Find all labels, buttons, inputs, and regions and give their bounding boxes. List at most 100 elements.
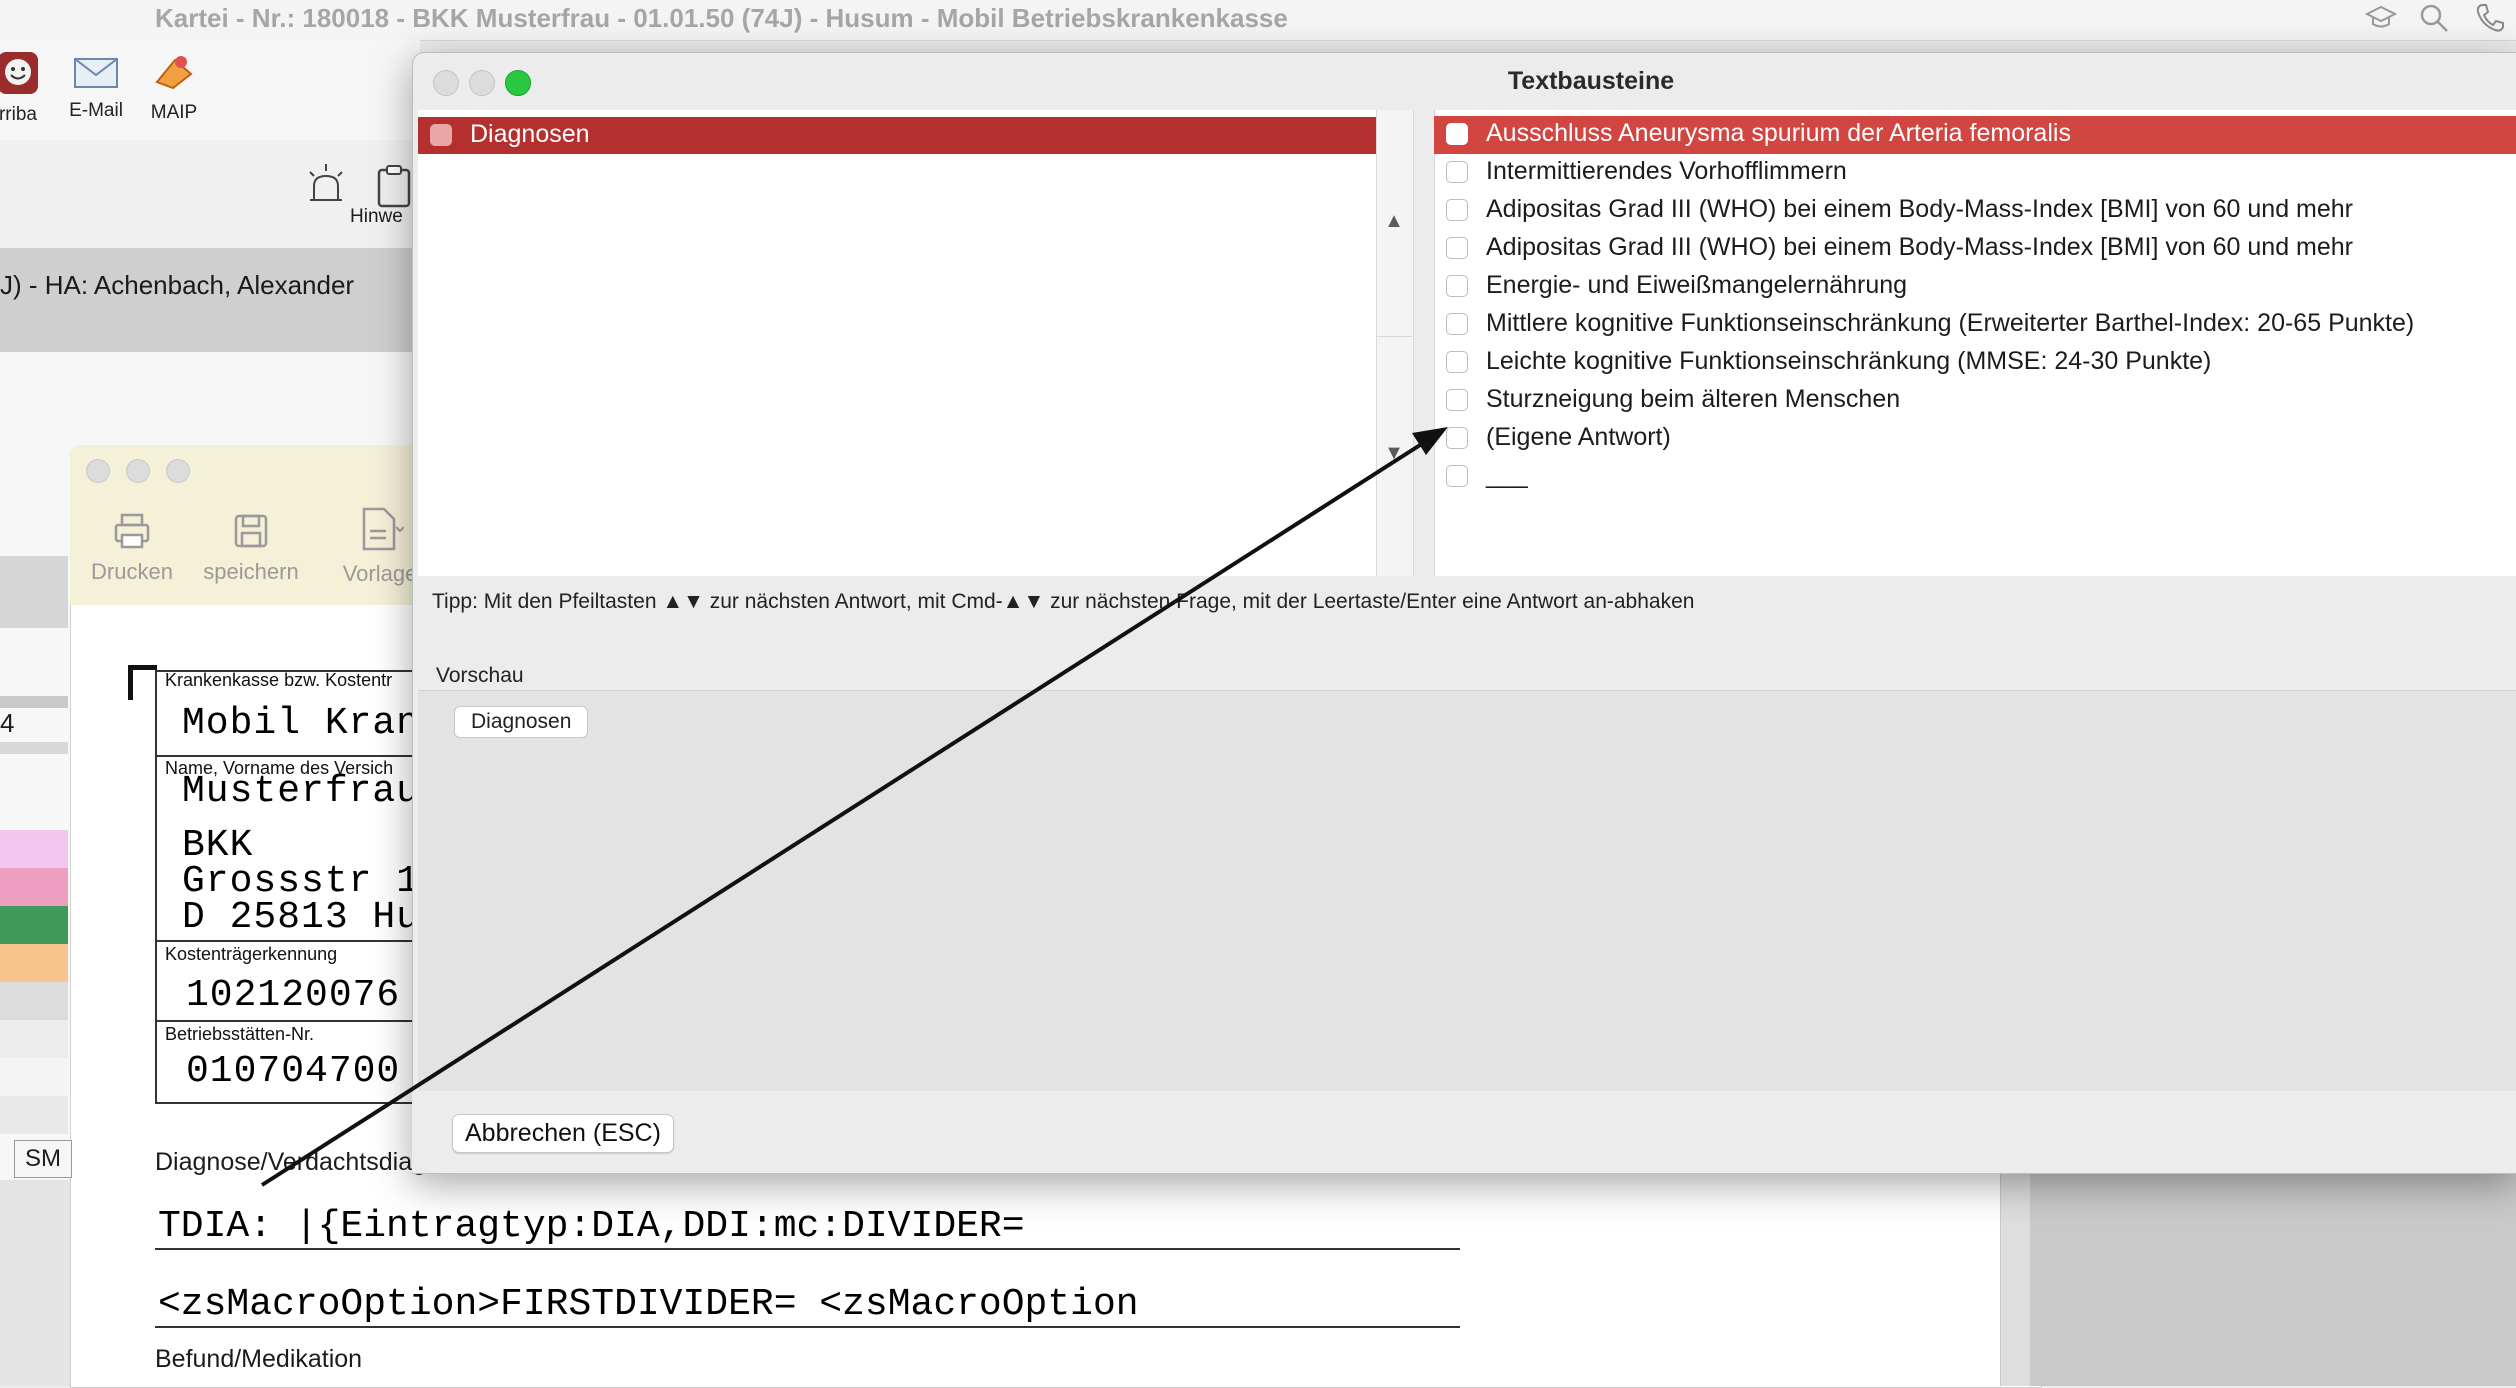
tip-text: Tipp: Mit den Pfeiltasten ▲▼ zur nächste… xyxy=(432,590,1695,613)
list-row-rose[interactable] xyxy=(0,868,68,906)
category-scrollbar[interactable] xyxy=(1376,110,1414,576)
answer-option[interactable]: Ausschluss Aneurysma spurium der Arteria… xyxy=(1434,116,2516,154)
answer-checkbox[interactable] xyxy=(1446,199,1468,221)
list-footer xyxy=(0,1180,70,1386)
answer-checkbox[interactable] xyxy=(1446,313,1468,335)
toolbar-button-maip[interactable]: MAIP xyxy=(142,52,206,124)
search-icon[interactable] xyxy=(2418,2,2450,39)
list-divider xyxy=(0,742,68,754)
answer-option[interactable]: Leichte kognitive Funktionseinschränkung… xyxy=(1434,344,2516,382)
tdia-field[interactable]: TDIA: |{Eintragtyp:DIA,DDI:mc:DIVIDER= xyxy=(158,1205,1025,1248)
toolbar-button-email[interactable]: E-Mail xyxy=(64,56,128,122)
answer-checkbox[interactable] xyxy=(1446,123,1468,145)
answer-option[interactable]: Intermittierendes Vorhofflimmern xyxy=(1434,154,2516,192)
field-underline xyxy=(155,1326,1460,1328)
list-row-pink[interactable] xyxy=(0,830,68,868)
sm-button[interactable]: SM xyxy=(14,1140,72,1178)
betriebsstaetten-value: 010704700 xyxy=(186,1050,401,1093)
answer-label: Adipositas Grad III (WHO) bei einem Body… xyxy=(1486,233,2354,261)
scroll-down-icon[interactable]: ▼ xyxy=(1376,442,1412,465)
answer-checkbox[interactable] xyxy=(1446,351,1468,373)
answer-option[interactable]: Mittlere kognitive Funktionseinschränkun… xyxy=(1434,306,2516,344)
betriebsstaetten-label: Betriebsstätten-Nr. xyxy=(165,1024,315,1044)
envelope-icon xyxy=(64,56,128,96)
preview-area xyxy=(418,690,2516,1091)
alarm-light-icon[interactable] xyxy=(304,162,348,211)
answer-label: Mittlere kognitive Funktionseinschränkun… xyxy=(1486,309,2415,337)
template-button-label: Vorlage xyxy=(342,561,418,586)
list-row-gray[interactable] xyxy=(0,982,68,1020)
kasse-value: Mobil Kran xyxy=(182,702,421,745)
answer-label: ___ xyxy=(1486,461,1528,489)
form-close-light[interactable] xyxy=(86,459,110,483)
main-subtoolbar: Hinwe xyxy=(0,140,412,248)
document-icon xyxy=(362,507,404,551)
form-zoom-light[interactable] xyxy=(166,459,190,483)
answer-checkbox[interactable] xyxy=(1446,237,1468,259)
answer-option[interactable]: Sturzneigung beim älteren Menschen xyxy=(1434,382,2516,420)
list-header-stripe xyxy=(0,556,68,628)
main-window-title: Kartei - Nr.: 180018 - BKK Musterfrau - … xyxy=(155,3,1288,33)
answer-label: Ausschluss Aneurysma spurium der Arteria… xyxy=(1486,119,2071,147)
answer-label: Adipositas Grad III (WHO) bei einem Body… xyxy=(1486,195,2354,223)
answer-option[interactable]: Energie- und Eiweißmangelernährung xyxy=(1434,268,2516,306)
list-row-lightgray[interactable] xyxy=(0,1020,68,1058)
answer-checkbox[interactable] xyxy=(1446,275,1468,297)
answer-checkbox[interactable] xyxy=(1446,427,1468,449)
smiley-icon xyxy=(0,52,48,100)
form-corner-mark xyxy=(128,665,157,700)
form-scrollbar[interactable] xyxy=(2000,1172,2031,1386)
field-underline xyxy=(155,1248,1460,1250)
insurance-divider xyxy=(155,755,415,757)
answer-option[interactable]: Adipositas Grad III (WHO) bei einem Body… xyxy=(1434,230,2516,268)
preview-chip: Diagnosen xyxy=(454,706,589,738)
save-icon xyxy=(234,514,268,548)
insurance-divider xyxy=(155,1020,415,1022)
list-divider xyxy=(0,696,68,708)
save-button-label: speichern xyxy=(203,559,299,584)
answer-option[interactable]: Adipositas Grad III (WHO) bei einem Body… xyxy=(1434,192,2516,230)
answer-checkbox[interactable] xyxy=(1446,161,1468,183)
printer-icon xyxy=(114,513,150,549)
befund-label: Befund/Medikation xyxy=(155,1345,363,1373)
form-toolbar: Drucken speichern Vorlage xyxy=(70,445,417,605)
answer-label: Energie- und Eiweißmangelernährung xyxy=(1486,271,1908,299)
answer-label: (Eigene Antwort) xyxy=(1486,423,1671,451)
list-row-white[interactable] xyxy=(0,1058,68,1096)
name-value: Musterfrau xyxy=(182,770,421,813)
sm-button-label: SM xyxy=(25,1145,61,1172)
insurance-divider xyxy=(155,940,415,942)
address-line-3: D 25813 Hu xyxy=(182,896,421,939)
category-checkbox[interactable] xyxy=(430,124,452,146)
form-minimize-light[interactable] xyxy=(126,459,150,483)
maip-icon xyxy=(142,52,206,98)
answer-label: Sturzneigung beim älteren Menschen xyxy=(1486,385,1901,413)
save-button[interactable]: speichern xyxy=(196,511,306,585)
list-row-green[interactable] xyxy=(0,906,68,944)
macro-field[interactable]: <zsMacroOption>FIRSTDIVIDER= <zsMacroOpt… xyxy=(158,1283,1139,1326)
category-item-label: Diagnosen xyxy=(470,120,590,148)
answer-label: Intermittierendes Vorhofflimmern xyxy=(1486,157,1847,185)
print-button[interactable]: Drucken xyxy=(84,511,180,585)
print-button-label: Drucken xyxy=(91,559,173,584)
patient-header-text: J) - HA: Achenbach, Alexander xyxy=(0,270,355,300)
toolbar-button-rriba[interactable]: rriba xyxy=(0,52,48,126)
dialog-footer xyxy=(412,1092,2516,1172)
kostentraeger-label: Kostenträgerkennung xyxy=(165,944,338,964)
answer-checkbox[interactable] xyxy=(1446,465,1468,487)
preview-label: Vorschau xyxy=(436,664,524,687)
answer-option[interactable]: ___ xyxy=(1434,458,2516,496)
scroll-up-icon[interactable]: ▲ xyxy=(1376,210,1412,233)
answer-checkbox[interactable] xyxy=(1446,389,1468,411)
list-row-orange[interactable] xyxy=(0,944,68,982)
list-number-fragment: 4 xyxy=(0,708,15,738)
scroll-divider xyxy=(1376,336,1412,337)
main-toolbar: rriba E-Mail MAIP xyxy=(0,40,420,140)
cancel-button[interactable]: Abbrechen (ESC) xyxy=(452,1114,674,1153)
phone-icon[interactable] xyxy=(2474,2,2506,39)
category-list[interactable] xyxy=(418,110,1376,576)
kostentraeger-value: 102120076 xyxy=(186,974,401,1017)
answer-option[interactable]: (Eigene Antwort) xyxy=(1434,420,2516,458)
graduation-cap-icon[interactable] xyxy=(2364,4,2398,37)
list-row-gray2[interactable] xyxy=(0,1096,68,1134)
